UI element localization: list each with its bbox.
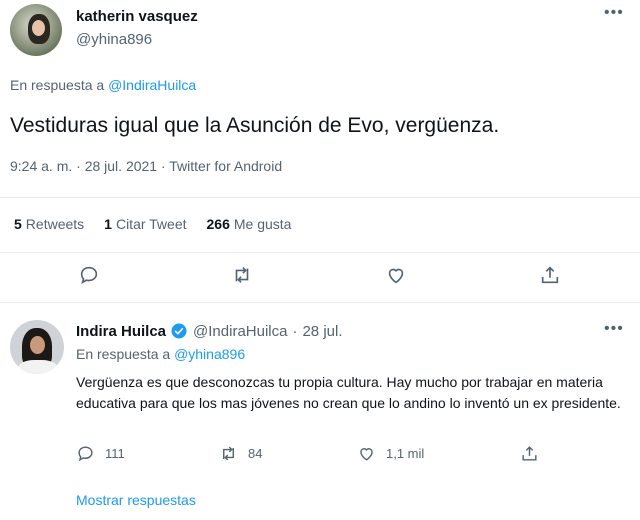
reply-to-link[interactable]: @IndiraHuilca	[108, 77, 196, 93]
like-button[interactable]: 1,1 mil	[357, 444, 424, 463]
verified-badge-icon	[170, 322, 188, 340]
avatar[interactable]	[10, 4, 62, 56]
retweet-count: 84	[248, 446, 263, 461]
avatar-face	[30, 336, 45, 354]
separator: ·	[292, 322, 298, 340]
share-icon	[522, 446, 537, 461]
quotes-label: Citar Tweet	[115, 216, 187, 232]
divider	[0, 252, 640, 253]
main-tweet: katherin vasquez @yhina896 ••• En respue…	[0, 0, 640, 303]
author-name[interactable]: Indira Huilca	[76, 323, 166, 340]
tweet-actions	[0, 262, 640, 296]
reply-icon	[78, 446, 93, 462]
reply-icon[interactable]	[76, 262, 102, 288]
more-options-icon[interactable]: •••	[604, 4, 624, 22]
author-handle[interactable]: @IndiraHuilca	[193, 323, 287, 340]
quotes-count: 1	[104, 216, 112, 232]
reply-context: En respuesta a @yhina896	[76, 346, 245, 362]
likes-count: 266	[206, 216, 230, 232]
tweet-meta[interactable]: 9:24 a. m. · 28 jul. 2021 · Twitter for …	[10, 158, 282, 174]
author-name[interactable]: katherin vasquez	[76, 8, 198, 25]
reply-to-link[interactable]: @yhina896	[174, 346, 245, 362]
reply-button[interactable]: 111	[76, 444, 125, 463]
like-count: 1,1 mil	[386, 446, 425, 461]
avatar-face	[32, 20, 45, 36]
tweet-text: Vestiduras igual que la Asunción de Evo,…	[10, 114, 500, 137]
more-options-icon[interactable]: •••	[604, 320, 624, 338]
likes-label: Me gusta	[233, 216, 292, 232]
reply-tweet: Indira Huilca @IndiraHuilca · 28 jul. ••…	[0, 304, 640, 520]
reply-context: En respuesta a @IndiraHuilca	[10, 77, 196, 93]
divider	[0, 197, 640, 198]
retweet-icon[interactable]	[229, 262, 255, 288]
author-handle[interactable]: @yhina896	[76, 31, 152, 48]
reply-prefix: En respuesta a	[76, 346, 175, 362]
share-button[interactable]	[520, 444, 539, 463]
avatar-body	[18, 360, 58, 374]
reply-date[interactable]: 28 jul.	[302, 323, 342, 340]
likes-stat[interactable]: 266 Me gusta	[207, 216, 292, 232]
like-icon[interactable]	[383, 262, 409, 288]
reply-actions: 111 84 1,1 mil	[0, 444, 640, 474]
reply-count: 111	[105, 446, 125, 461]
reply-header: Indira Huilca @IndiraHuilca · 28 jul.	[76, 322, 343, 340]
avatar[interactable]	[10, 320, 64, 374]
show-replies-link[interactable]: Mostrar respuestas	[76, 492, 196, 508]
like-icon	[360, 448, 373, 461]
retweets-stat[interactable]: 5 Retweets	[14, 216, 84, 232]
retweets-label: Retweets	[25, 216, 85, 232]
retweets-count: 5	[14, 216, 22, 232]
quotes-stat[interactable]: 1 Citar Tweet	[104, 216, 186, 232]
tweet-stats: 5 Retweets 1 Citar Tweet 266 Me gusta	[14, 216, 291, 232]
retweet-button[interactable]: 84	[219, 444, 262, 463]
reply-prefix: En respuesta a	[10, 77, 109, 93]
divider	[0, 302, 640, 303]
reply-text: Vergüenza es que desconozcas tu propia c…	[76, 374, 621, 411]
share-icon[interactable]	[537, 262, 563, 288]
retweet-icon	[223, 446, 234, 461]
